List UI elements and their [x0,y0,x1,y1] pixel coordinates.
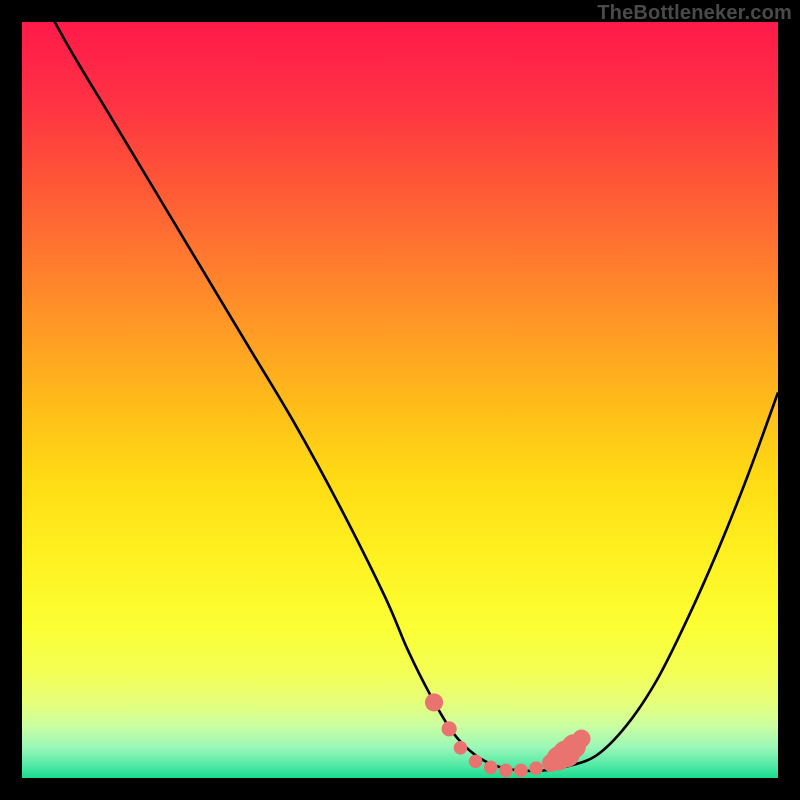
highlight-marker [454,741,468,755]
highlight-marker [442,721,457,736]
highlight-marker [425,693,443,711]
watermark-text: TheBottleneker.com [597,2,792,25]
curve-layer [22,22,778,778]
highlight-marker [469,755,483,769]
plot-area [22,22,778,778]
highlight-marker [484,761,498,775]
highlight-marker [499,764,513,778]
bottleneck-curve [22,22,778,771]
highlight-marker [572,730,590,748]
highlight-marker [514,764,528,778]
highlight-markers [425,693,591,777]
chart-frame: TheBottleneker.com [0,0,800,800]
highlight-marker [529,761,543,775]
